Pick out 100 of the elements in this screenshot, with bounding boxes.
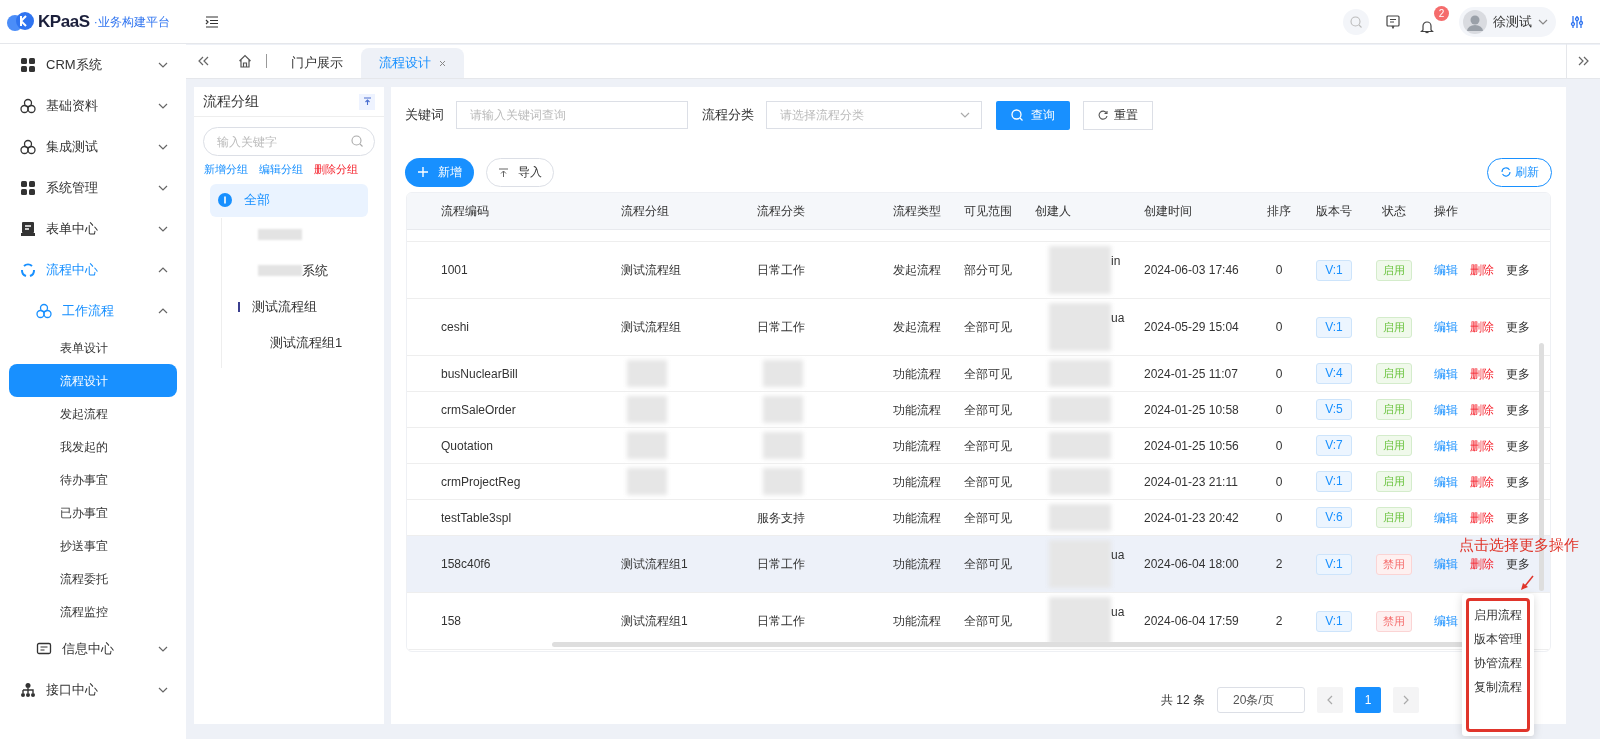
table-cell-text: 2024-05-29 15:04 <box>1144 319 1239 336</box>
table-cell-text: 0 <box>1275 319 1283 336</box>
table-cell-text: 2024-06-04 17:59 <box>1144 613 1239 630</box>
table-cell-text: 0 <box>1275 401 1283 419</box>
submenu-item[interactable]: 已办事宜 <box>9 496 177 529</box>
menu-item[interactable]: 信息中心 <box>0 628 186 669</box>
table-cell-text: 158 <box>441 613 462 630</box>
delete-link[interactable]: 删除 <box>1470 436 1494 455</box>
menu-item[interactable]: 表单中心 <box>0 208 186 249</box>
brand-subtitle: ·业务构建平台 <box>93 13 170 31</box>
menu-item[interactable]: 集成测试 <box>0 126 186 167</box>
version-tag: V:1 <box>1316 316 1352 338</box>
submenu-item[interactable]: 流程委托 <box>9 562 177 595</box>
menu-option[interactable]: 复制流程 <box>1474 675 1522 699</box>
sliders-icon <box>1570 14 1584 29</box>
menu-item[interactable]: 接口中心 <box>0 669 186 710</box>
submenu-item[interactable]: 待办事宜 <box>9 463 177 496</box>
chevron-left-icon <box>1327 695 1333 705</box>
submenu-item[interactable]: 发起流程 <box>9 397 177 430</box>
delete-link[interactable]: 删除 <box>1470 400 1494 419</box>
status-tag: 禁用 <box>1376 610 1412 632</box>
tree-node[interactable]: 测试流程组1 <box>212 324 366 361</box>
table-cell-text: 发起流程 <box>893 262 941 279</box>
user-menu[interactable]: 徐测试 <box>1459 6 1556 37</box>
more-link[interactable]: 更多 <box>1506 364 1530 383</box>
table-cell-text: ua <box>1111 604 1125 621</box>
page-size-select[interactable]: 20条/页 <box>1217 687 1305 713</box>
version-tag: V:1 <box>1316 610 1352 632</box>
table-cell-text: 发起流程 <box>893 319 941 336</box>
more-link[interactable]: 更多 <box>1506 508 1530 527</box>
category-select[interactable]: 请选择流程分类 <box>766 101 982 129</box>
menu-option[interactable]: 协管流程 <box>1474 651 1522 675</box>
table-cell-text: 日常工作 <box>757 262 805 279</box>
delete-link[interactable]: 删除 <box>1470 508 1494 527</box>
circles-icon <box>36 302 52 319</box>
previous-page-button[interactable] <box>1317 687 1343 713</box>
arrow-icon <box>1520 575 1534 591</box>
delete-link[interactable]: 删除 <box>1470 261 1494 279</box>
panel-title: 流程分组 <box>203 92 259 111</box>
menu-item[interactable]: CRM系统 <box>0 44 186 85</box>
next-page-button[interactable] <box>1393 687 1419 713</box>
column-header: 排序 <box>1267 204 1291 218</box>
table-cell-text: 功能流程 <box>893 473 941 491</box>
message-icon <box>1386 14 1400 29</box>
menu-option[interactable]: 版本管理 <box>1474 627 1522 651</box>
grid-icon <box>20 179 36 196</box>
submenu-item[interactable]: 流程监控 <box>9 595 177 628</box>
search-field[interactable]: 输入关键字 <box>203 127 375 156</box>
more-link[interactable]: 更多 <box>1506 400 1530 419</box>
column-header: 状态 <box>1382 204 1406 218</box>
submenu-item[interactable]: 我发起的 <box>9 430 177 463</box>
more-link[interactable]: 更多 <box>1506 318 1530 336</box>
more-link[interactable]: 更多 <box>1506 261 1530 279</box>
table-cell-text: 功能流程 <box>893 613 941 630</box>
table-cell-text: 2024-01-25 11:07 <box>1144 365 1238 383</box>
keyword-field[interactable]: 请输入关键词查询 <box>456 101 688 129</box>
table-cell-text: 全部可见 <box>964 319 1012 336</box>
status-tag: 启用 <box>1376 316 1412 338</box>
column-header: 流程分组 <box>621 204 669 218</box>
table-cell-text: 全部可见 <box>964 401 1012 419</box>
menu-icon <box>205 15 219 28</box>
reset-button[interactable]: 重置 <box>1083 100 1153 130</box>
submenu-item[interactable]: 抄送事宜 <box>9 529 177 562</box>
tree-node[interactable]: 测试流程组 <box>212 288 366 325</box>
menu-option[interactable]: 启用流程 <box>1474 603 1522 627</box>
reset-icon <box>1098 110 1108 120</box>
more-link[interactable]: 更多 <box>1506 555 1530 573</box>
table-cell-text: ua <box>1111 310 1125 327</box>
table-cell-text: 0 <box>1275 365 1283 383</box>
version-tag: V:1 <box>1316 471 1352 492</box>
group-action-link[interactable]: 删除分组 <box>314 161 358 178</box>
upload-icon <box>498 167 508 177</box>
delete-link[interactable]: 删除 <box>1470 364 1494 383</box>
tree-node[interactable]: 系统 <box>212 252 366 289</box>
delete-link[interactable]: 删除 <box>1470 318 1494 336</box>
more-link[interactable]: 更多 <box>1506 472 1530 491</box>
submenu-item[interactable]: 表单设计 <box>9 331 177 364</box>
delete-link[interactable]: 删除 <box>1470 472 1494 491</box>
table-cell-text: 0 <box>1275 509 1283 527</box>
version-tag: V:1 <box>1316 259 1352 281</box>
more-link[interactable]: 更多 <box>1506 436 1530 455</box>
delete-link[interactable]: 删除 <box>1470 555 1494 573</box>
table-cell-text: 全部可见 <box>964 509 1012 527</box>
table-cell-text: 2024-06-04 18:00 <box>1144 556 1239 573</box>
version-tag: V:1 <box>1316 553 1352 575</box>
search-icon <box>351 135 363 147</box>
table-cell-text: crmProjectReg <box>441 473 521 491</box>
tab[interactable]: 门户展示 <box>273 48 361 78</box>
table-cell-text: 测试流程组1 <box>621 613 688 630</box>
menu-item[interactable]: 基础资料 <box>0 85 186 126</box>
table-cell-text: 2024-06-03 17:46 <box>1144 262 1239 279</box>
logo-icon <box>6 9 36 34</box>
grid-icon <box>20 56 36 73</box>
table-cell-text: 全部可见 <box>964 437 1012 455</box>
table-cell-text: 功能流程 <box>893 509 941 527</box>
menu-item[interactable]: 系统管理 <box>0 167 186 208</box>
status-tag: 启用 <box>1376 399 1412 420</box>
search-button[interactable] <box>1343 8 1369 35</box>
table-cell-text: 日常工作 <box>757 319 805 336</box>
pin-top-button[interactable] <box>359 93 375 110</box>
